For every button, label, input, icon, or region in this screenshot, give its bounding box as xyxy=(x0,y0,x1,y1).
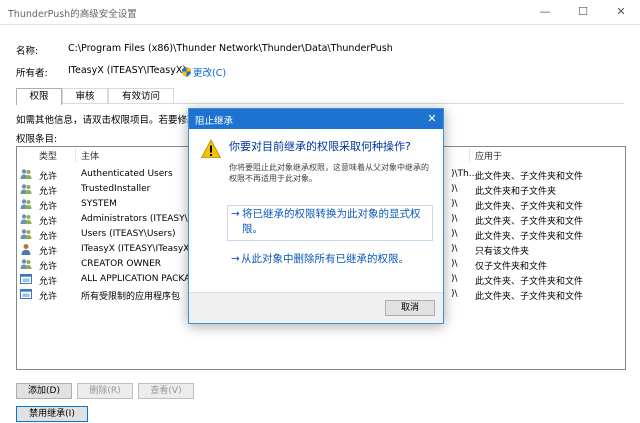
dialog-content-text: 你将要阻止此对象继承权限，这意味着从父对象中继承的权限不再适用于此对象。 xyxy=(229,163,429,183)
change-link-label: 更改(C) xyxy=(193,68,227,79)
block-inheritance-dialog: 阻止继承 ✕ 你要对目前继承的权限采取何种操作? 你将要阻止此对象继承权限，这意… xyxy=(188,108,444,324)
entry-type: 允许 xyxy=(39,217,58,227)
entry-type: 允许 xyxy=(39,277,58,287)
column-principal[interactable]: 主体 xyxy=(81,149,99,162)
entry-type: 允许 xyxy=(39,187,58,197)
name-label: 名称: xyxy=(16,46,39,57)
entry-principal: 所有受限制的应用程序包 xyxy=(81,292,181,302)
entry-access: )\ xyxy=(451,259,458,269)
dialog-title-bar: 阻止继承 ✕ xyxy=(189,109,443,129)
entry-applies-to: 此文件夹、子文件夹和文件 xyxy=(475,172,584,182)
entry-applies-to: 此文件夹、子文件夹和文件 xyxy=(475,217,584,227)
minimize-button[interactable]: — xyxy=(526,0,564,24)
entry-access: )\ xyxy=(451,274,458,284)
column-divider xyxy=(469,148,470,162)
entry-access: )\Th... xyxy=(451,169,478,179)
entry-type: 允许 xyxy=(39,232,58,242)
tab-permissions[interactable]: 权限 xyxy=(16,88,62,105)
entry-applies-to: 此文件夹、子文件夹和文件 xyxy=(475,292,584,302)
tab-effective-access[interactable]: 有效访问 xyxy=(108,88,174,104)
entry-applies-to: 此文件夹、子文件夹和文件 xyxy=(475,277,584,287)
remove-inherited-permissions-link[interactable]: → 从此对象中删除所有已继承的权限。 xyxy=(227,252,431,284)
dialog-main-instruction: 你要对目前继承的权限采取何种操作? xyxy=(229,140,411,153)
column-applies-to[interactable]: 应用于 xyxy=(475,149,502,162)
command2-label: 从此对象中删除所有已继承的权限。 xyxy=(241,253,409,265)
maximize-button[interactable]: ☐ xyxy=(564,0,602,24)
entry-type: 允许 xyxy=(39,202,58,212)
uac-shield-icon xyxy=(182,67,191,77)
entry-type: 允许 xyxy=(39,262,58,272)
dialog-title: 阻止继承 xyxy=(195,116,234,127)
app-package-icon xyxy=(20,274,32,284)
entry-principal: Administrators (ITEASY\Ad xyxy=(81,214,200,224)
entry-type: 允许 xyxy=(39,247,58,257)
users-icon xyxy=(20,259,32,269)
window-title: ThunderPush的高级安全设置 xyxy=(8,9,137,20)
entry-type: 允许 xyxy=(39,292,58,302)
entry-access: )\ xyxy=(451,184,458,194)
title-bar: ThunderPush的高级安全设置 — ☐ ✕ xyxy=(0,0,640,25)
column-type[interactable]: 类型 xyxy=(39,149,57,162)
entry-applies-to: 此文件夹、子文件夹和文件 xyxy=(475,232,584,242)
entry-principal: Authenticated Users xyxy=(81,169,173,179)
change-owner-link[interactable]: 更改(C) xyxy=(182,65,226,79)
entry-access: )\ xyxy=(451,199,458,209)
app-package-icon xyxy=(20,289,32,299)
entry-applies-to: 仅子文件夹和文件 xyxy=(475,262,548,272)
dialog-footer: 取消 xyxy=(189,292,443,323)
entry-principal: Users (ITEASY\Users) xyxy=(81,229,176,239)
column-divider xyxy=(75,148,76,162)
users-icon xyxy=(20,214,32,224)
name-value: C:\Program Files (x86)\Thunder Network\T… xyxy=(68,43,393,54)
info-text: 如需其他信息，请双击权限项目。若要修改 xyxy=(16,115,197,126)
entry-access: )\ xyxy=(451,229,458,239)
view-button[interactable]: 查看(V) xyxy=(138,383,194,399)
users-icon xyxy=(20,229,32,239)
convert-inherited-permissions-link[interactable]: → 将已继承的权限转换为此对象的显式权限。 xyxy=(227,205,433,241)
users-icon xyxy=(20,169,32,179)
entry-principal: TrustedInstaller xyxy=(81,184,151,194)
users-icon xyxy=(20,199,32,209)
tab-divider xyxy=(16,103,624,104)
remove-button[interactable]: 删除(R) xyxy=(77,383,133,399)
entry-access: )\ xyxy=(451,289,458,299)
owner-value: ITeasyX (ITEASY\ITeasyX) xyxy=(68,65,187,76)
users-icon xyxy=(20,184,32,194)
entry-principal: ALL APPLICATION PACKAG xyxy=(81,274,198,284)
entry-applies-to: 此文件夹和子文件夹 xyxy=(475,187,557,197)
owner-label: 所有者: xyxy=(16,68,48,79)
dialog-close-button[interactable]: ✕ xyxy=(421,109,443,129)
permission-entries-label: 权限条目: xyxy=(16,134,58,145)
entry-applies-to: 只有该文件夹 xyxy=(475,247,530,257)
warning-icon xyxy=(201,139,221,158)
tab-auditing[interactable]: 审核 xyxy=(62,88,108,104)
arrow-right-icon: → xyxy=(231,253,240,265)
entry-principal: ITeasyX (ITEASY\ITeasyX) xyxy=(81,244,193,254)
arrow-right-icon: → xyxy=(231,208,240,220)
entry-applies-to: 此文件夹、子文件夹和文件 xyxy=(475,202,584,212)
entry-type: 允许 xyxy=(39,172,58,182)
user-icon xyxy=(21,244,31,255)
command1-label: 将已继承的权限转换为此对象的显式权限。 xyxy=(242,208,421,235)
disable-inheritance-button[interactable]: 禁用继承(I) xyxy=(16,406,88,422)
entry-principal: CREATOR OWNER xyxy=(81,259,162,269)
entry-access: )\ xyxy=(451,244,458,254)
entry-access: )\ xyxy=(451,214,458,224)
add-button[interactable]: 添加(D) xyxy=(16,383,72,399)
close-button[interactable]: ✕ xyxy=(602,0,640,24)
cancel-button[interactable]: 取消 xyxy=(385,300,435,316)
entry-principal: SYSTEM xyxy=(81,199,117,209)
